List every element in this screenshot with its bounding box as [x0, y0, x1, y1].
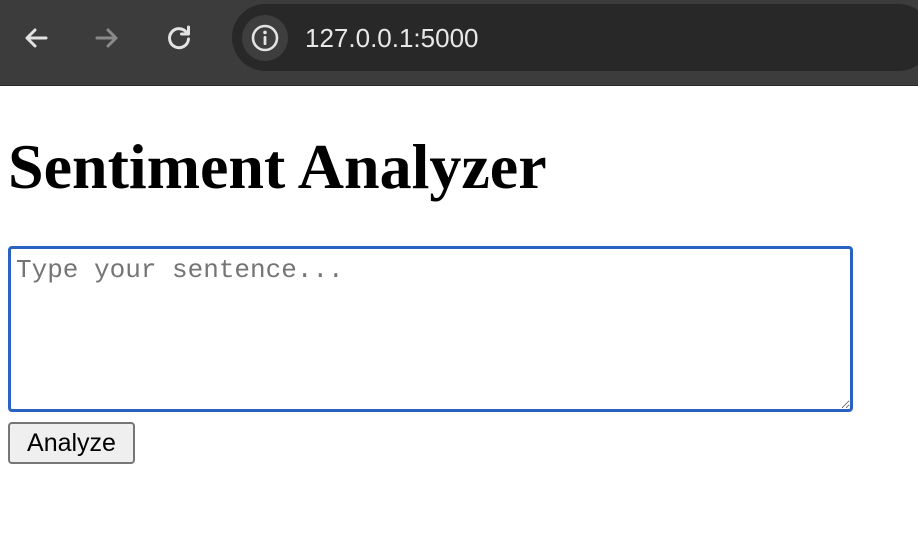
forward-arrow-icon — [95, 28, 118, 48]
reload-icon — [168, 25, 190, 50]
address-bar[interactable]: 127.0.0.1:5000 — [232, 4, 918, 71]
analyze-button[interactable]: Analyze — [8, 422, 135, 464]
site-info-button[interactable] — [242, 15, 288, 61]
browser-toolbar: 127.0.0.1:5000 — [0, 0, 918, 86]
forward-button[interactable] — [87, 18, 127, 58]
info-icon — [251, 24, 279, 52]
page-title: Sentiment Analyzer — [8, 131, 547, 202]
back-button[interactable] — [16, 18, 56, 58]
back-arrow-icon — [25, 28, 48, 48]
sentence-input[interactable] — [8, 246, 853, 412]
url-text[interactable]: 127.0.0.1:5000 — [305, 23, 479, 53]
page-content: Sentiment Analyzer Analyze — [0, 86, 918, 542]
reload-button[interactable] — [159, 18, 199, 58]
